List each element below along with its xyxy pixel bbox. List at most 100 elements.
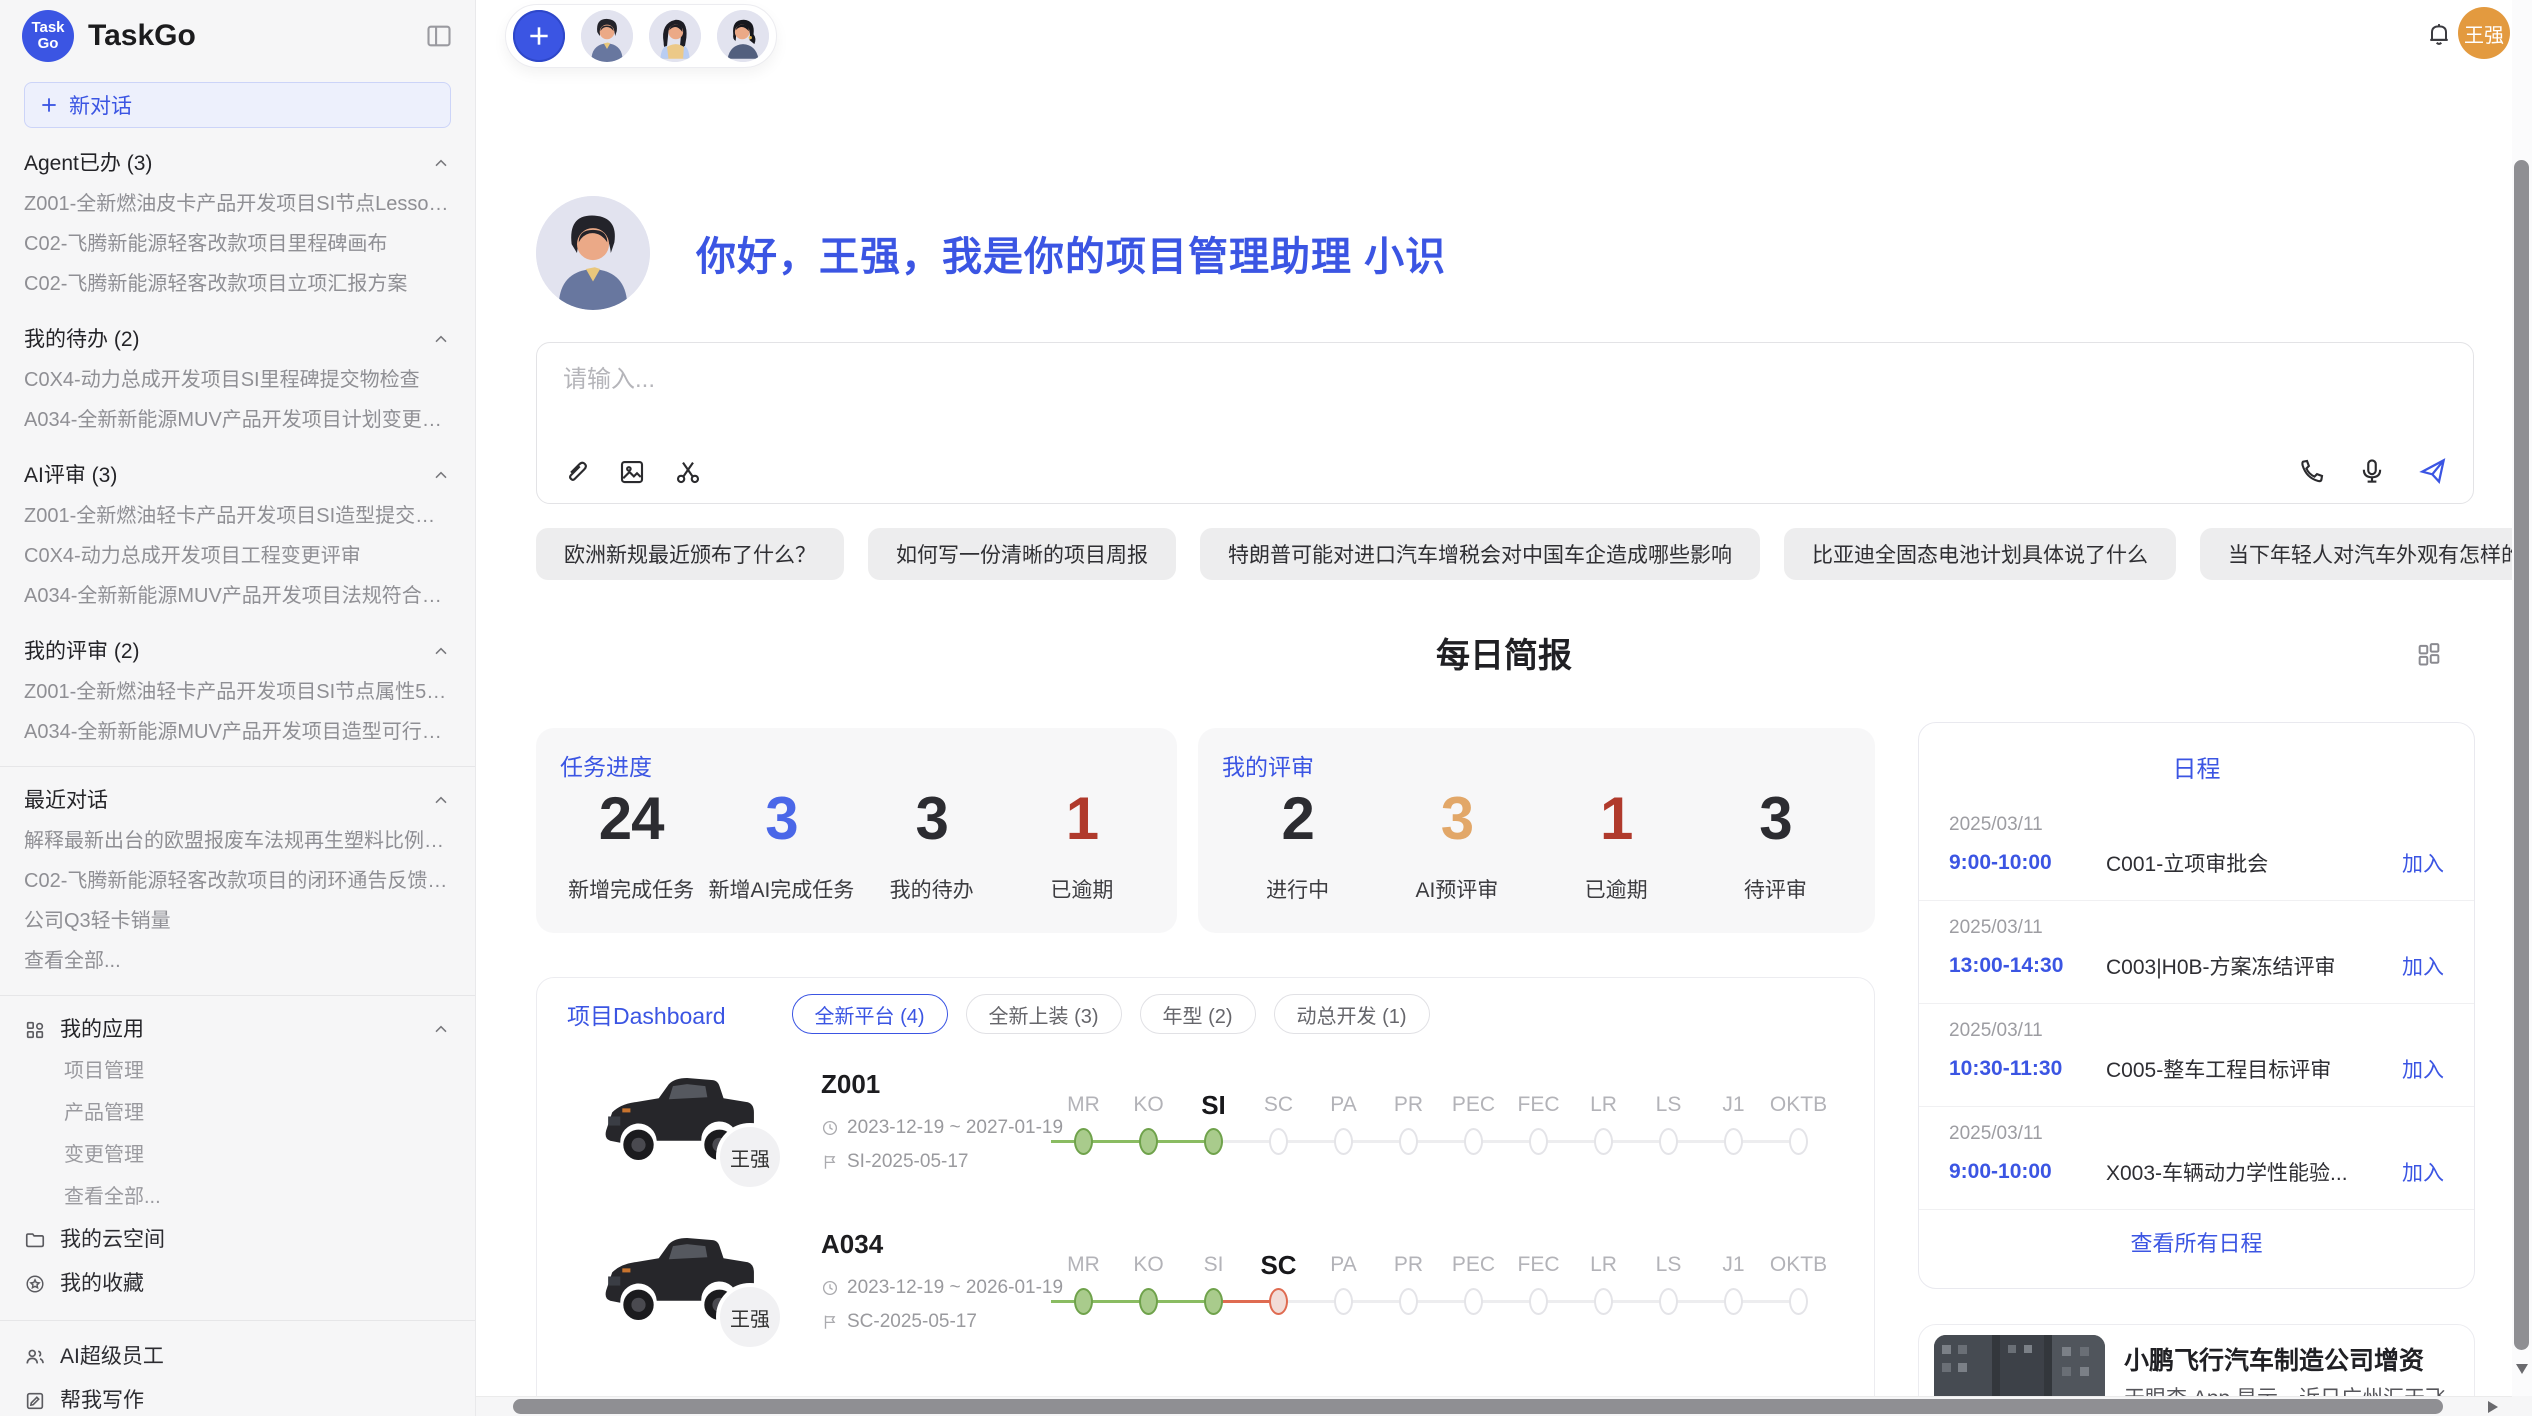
scroll-down-arrow-icon[interactable] [2516,1364,2528,1374]
list-item[interactable]: C02-飞腾新能源轻客改款项目的闭环通告反馈情况 [0,861,475,901]
list-item[interactable]: C0X4-动力总成开发项目SI里程碑提交物检查 [0,360,475,400]
milestone-label: MR [1051,1091,1116,1119]
owner-name: 王强 [730,1303,770,1332]
milestone-label: LS [1636,1251,1701,1279]
milestone-track [1051,1279,1831,1323]
stats-row: 2 进行中 3 AI预评审 1 已逾期 3 待评审 [1218,786,1855,904]
add-agent-button[interactable] [513,10,565,62]
section-title: Agent已办 (3) [24,144,152,184]
scroll-right-arrow-icon[interactable] [2488,1401,2498,1413]
suggestion-chips: 欧洲新规最近颁布了什么？ 如何写一份清晰的项目周报 特朗普可能对进口汽车增税会对… [536,528,2475,580]
milestone-dots [1051,1279,1831,1323]
stat: 3 AI预评审 [1377,786,1536,904]
chat-input[interactable] [561,365,2449,395]
suggestion-chip[interactable]: 当下年轻人对汽车外观有怎样的喜好趋势 [2200,528,2532,580]
horizontal-scrollbar[interactable] [476,1396,2532,1416]
suggestion-chip[interactable]: 比亚迪全固态电池计划具体说了什么 [1784,528,2176,580]
join-link[interactable]: 加入 [2402,848,2444,878]
suggestion-chip[interactable]: 欧洲新规最近颁布了什么？ [536,528,844,580]
schedule-title: 日程 [1919,749,2474,784]
phone-icon[interactable] [2297,456,2327,486]
card-title: 任务进度 [560,748,652,782]
list-item[interactable]: A034-全新新能源MUV产品开发项目造型可行性评审 [0,712,475,752]
schedule-event-title: X003-车辆动力学性能验... [2106,1157,2402,1187]
list-item[interactable]: Z001-全新燃油轻卡产品开发项目SI造型提交物评审 [0,496,475,536]
microphone-icon[interactable] [2357,456,2387,486]
agent-avatar-2[interactable] [649,10,701,62]
milestone-dot [1204,1128,1223,1155]
section-ai-review[interactable]: AI评审 (3) [0,456,475,496]
paperclip-icon[interactable] [561,457,591,487]
my-reviews-card: 我的评审 2 进行中 3 AI预评审 1 已逾期 3 待评审 [1198,728,1875,933]
agent-avatar-3[interactable] [717,10,769,62]
suggestion-chip[interactable]: 如何写一份清晰的项目周报 [868,528,1176,580]
milestone-label: PEC [1441,1251,1506,1279]
section-recent-chats[interactable]: 最近对话 [0,781,475,821]
list-item[interactable]: 解释最新出台的欧盟报废车法规再生塑料比例被调至15%... [0,821,475,861]
list-item[interactable]: 公司Q3轻卡销量 [0,901,475,941]
scissors-icon[interactable] [673,457,703,487]
divider [0,1320,475,1321]
section-my-review[interactable]: 我的评审 (2) [0,632,475,672]
milestone-dot [1269,1128,1288,1155]
sidebar-item-cloud-space[interactable]: 我的云空间 [0,1218,475,1262]
sidebar-item-label: AI超级员工 [60,1335,164,1379]
sidebar-item-help-write[interactable]: 帮我写作 [0,1379,475,1416]
join-link[interactable]: 加入 [2402,951,2444,981]
chevron-up-icon[interactable] [431,791,451,811]
list-item[interactable]: Z001-全新燃油轻卡产品开发项目SI节点属性5D文件评审 [0,672,475,712]
filter-pill[interactable]: 全新平台 (4) [792,994,948,1034]
sidebar-item-change-mgmt[interactable]: 变更管理 [0,1134,475,1176]
list-item[interactable]: C02-飞腾新能源轻客改款项目里程碑画布 [0,224,475,264]
sidebar-item-product-mgmt[interactable]: 产品管理 [0,1092,475,1134]
schedule-event-title: C001-立项审批会 [2106,848,2402,878]
list-item[interactable]: C02-飞腾新能源轻客改款项目立项汇报方案 [0,264,475,304]
section-my-apps[interactable]: 我的应用 [0,1010,475,1050]
chevron-up-icon[interactable] [431,1020,451,1040]
join-link[interactable]: 加入 [2402,1157,2444,1187]
schedule-item: 2025/03/11 9:00-10:00 X003-车辆动力学性能验... 加… [1919,1107,2474,1210]
join-link[interactable]: 加入 [2402,1054,2444,1084]
milestone-label: OKTB [1766,1091,1831,1119]
chevron-up-icon[interactable] [431,330,451,350]
assistant-avatar [536,196,650,310]
milestone-dot [1529,1288,1548,1315]
vertical-scrollbar[interactable] [2512,0,2532,1396]
filter-pill[interactable]: 全新上装 (3) [966,994,1122,1034]
sidebar-collapse-icon[interactable] [425,22,453,50]
list-item[interactable]: Z001-全新燃油皮卡产品开发项目SI节点Lesson Learn报告 [0,184,475,224]
section-title: 最近对话 [24,781,108,821]
chevron-up-icon[interactable] [431,466,451,486]
list-item[interactable]: A034-全新新能源MUV产品开发项目计划变更表编写 [0,400,475,440]
new-chat-button[interactable]: 新对话 [24,82,451,128]
agent-avatar-1[interactable] [581,10,633,62]
sidebar-item-ai-staff[interactable]: AI超级员工 [0,1335,475,1379]
list-item[interactable]: A034-全新新能源MUV产品开发项目法规符合性评审 [0,576,475,616]
sidebar-item-favorites[interactable]: 我的收藏 [0,1262,475,1306]
user-avatar[interactable]: 王强 [2458,7,2510,59]
project-row[interactable]: 王强 A034 2023-12-19 ~ 2026-01-19 SC-2025-… [537,1215,1874,1375]
list-item[interactable]: C0X4-动力总成开发项目工程变更评审 [0,536,475,576]
project-row[interactable]: 王强 Z001 2023-12-19 ~ 2027-01-19 SI-2025-… [537,1055,1874,1215]
notifications-bell-icon[interactable] [2425,20,2453,48]
suggestion-chip[interactable]: 特朗普可能对进口汽车增税会对中国车企造成哪些影响 [1200,528,1760,580]
section-my-todo[interactable]: 我的待办 (2) [0,320,475,360]
horizontal-scrollbar-thumb[interactable] [513,1399,2443,1414]
sidebar-item-project-mgmt[interactable]: 项目管理 [0,1050,475,1092]
vertical-scrollbar-thumb[interactable] [2514,160,2529,1350]
send-icon[interactable] [2417,455,2449,487]
taskgo-app: Task Go TaskGo 新对话 Agent已办 (3) [0,0,2532,1416]
section-agent-done[interactable]: Agent已办 (3) [0,144,475,184]
section-title: 我的待办 (2) [24,320,140,360]
view-all-chats[interactable]: 查看全部... [0,941,475,981]
image-icon[interactable] [617,457,647,487]
dashboard-filters: 全新平台 (4) 全新上装 (3) 年型 (2) 动总开发 (1) [792,994,1430,1034]
filter-pill[interactable]: 年型 (2) [1140,994,1256,1034]
view-all-schedule-link[interactable]: 查看所有日程 [1919,1226,2474,1258]
chevron-up-icon[interactable] [431,642,451,662]
schedule-item: 2025/03/11 9:00-10:00 C001-立项审批会 加入 [1919,798,2474,901]
filter-pill[interactable]: 动总开发 (1) [1274,994,1430,1034]
layout-grid-icon[interactable] [2415,640,2443,668]
chevron-up-icon[interactable] [431,154,451,174]
view-all-apps[interactable]: 查看全部... [0,1176,475,1218]
